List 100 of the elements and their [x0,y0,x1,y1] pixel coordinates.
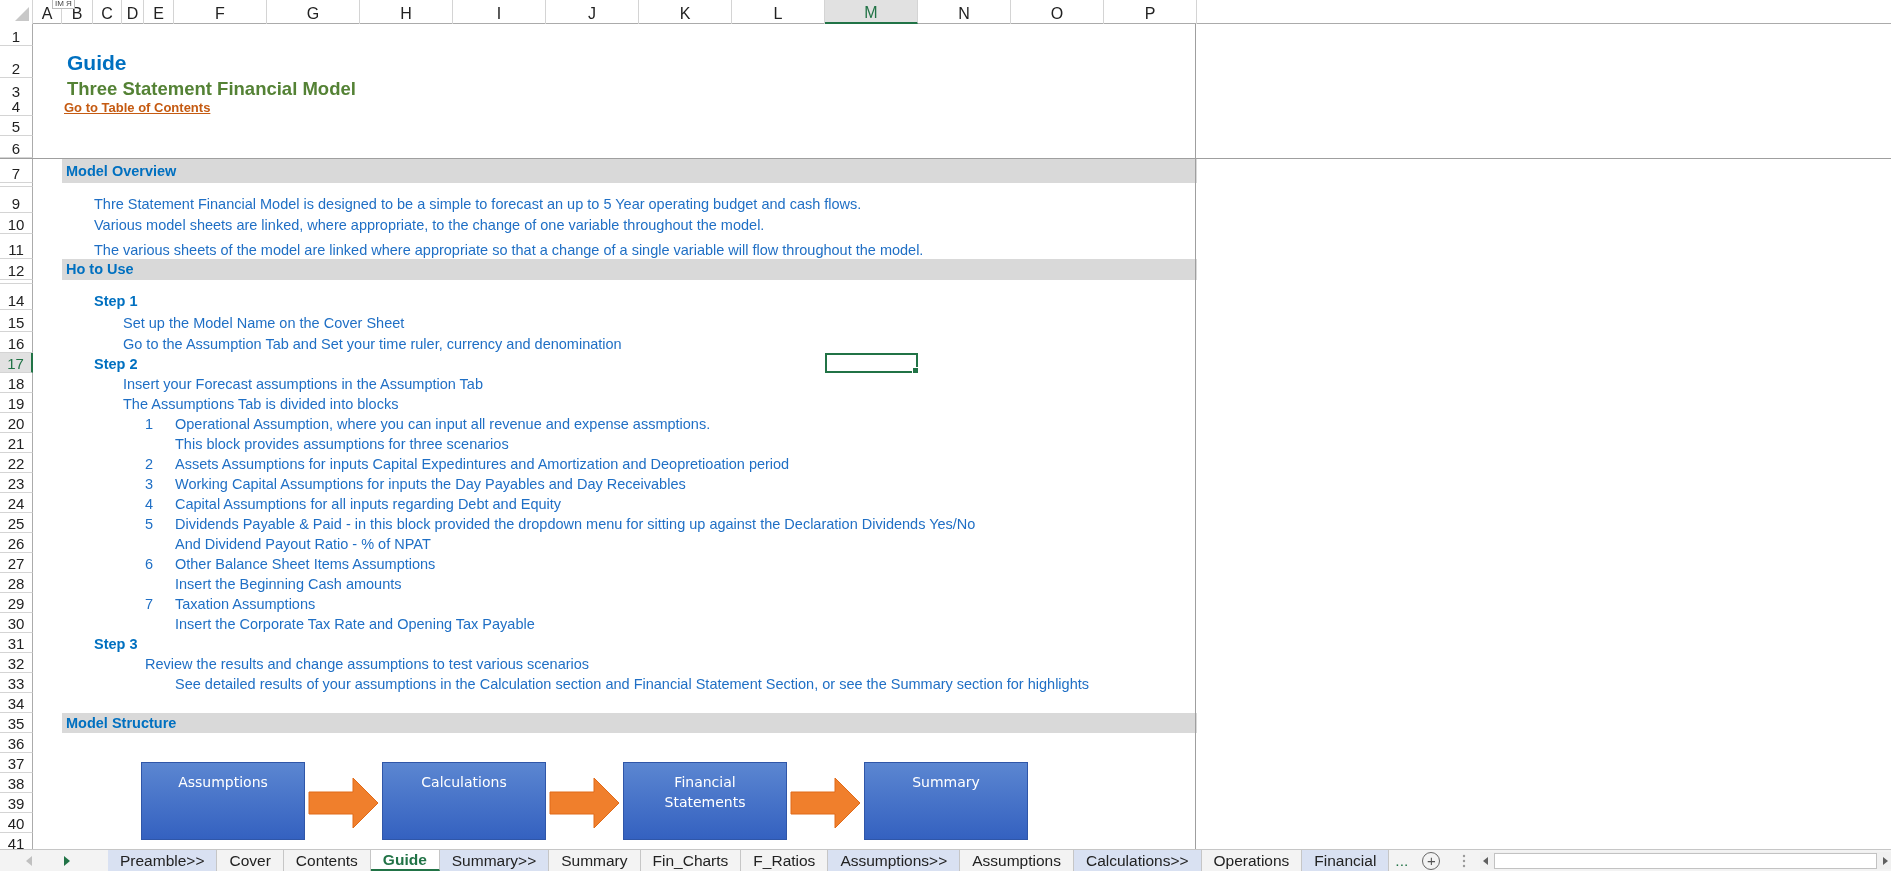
guide-text: Other Balance Sheet Items Assumptions [174,555,436,573]
row-header[interactable]: 35 [0,713,33,733]
column-header[interactable]: O [1011,0,1104,24]
column-header[interactable]: H [360,0,453,24]
row-header[interactable]: 3 [0,78,33,100]
column-header[interactable]: C [93,0,122,24]
step-heading: Step 3 [93,635,138,653]
sheet-tab[interactable]: Contents [283,850,371,871]
column-header[interactable]: N [918,0,1011,24]
row-header[interactable] [0,280,33,284]
guide-text: Insert your Forecast assumptions in the Assumption Tab [122,375,483,393]
row-header[interactable]: 15 [0,310,33,332]
row-header[interactable]: 38 [0,773,33,793]
row-header[interactable]: 26 [0,533,33,553]
sheet-tab[interactable]: Summary [549,850,641,871]
process-box: Financial Statements [623,762,787,840]
row-header[interactable]: 18 [0,373,33,393]
sheet-tab[interactable]: Fin_Charts [640,850,742,871]
guide-text: 3 [144,475,154,493]
row-header[interactable]: 7 [0,159,33,183]
guide-text: 1 [144,415,154,433]
row-header[interactable]: 17 [0,353,33,373]
sheet-tab[interactable]: Assumptions [960,850,1074,871]
section-header: Model Structure [62,713,1197,733]
splitter-icon[interactable] [1462,853,1467,868]
arrow-icon [549,777,620,829]
row-header[interactable]: 6 [0,136,33,158]
row-header[interactable]: 5 [0,116,33,136]
column-header[interactable]: F [174,0,267,24]
guide-text: Insert the Corporate Tax Rate and Opening Tax Payable [174,615,535,633]
sheet-tab[interactable]: Preamble>> [108,850,218,871]
row-header[interactable]: 11 [0,234,33,259]
row-header[interactable]: 39 [0,793,33,813]
row-header[interactable]: 14 [0,284,33,310]
step-heading: Step 2 [93,355,138,373]
section-header: Ho to Use [62,259,1197,280]
column-header[interactable]: K [639,0,732,24]
row-header[interactable]: 29 [0,593,33,613]
row-header[interactable]: 40 [0,813,33,833]
sheet-title: Guide [66,50,127,76]
arrow-icon [790,777,861,829]
guide-text: Capital Assumptions for all inputs regarding Debt and Equity [174,495,562,513]
row-header[interactable]: 4 [0,100,33,116]
column-header[interactable]: I [453,0,546,24]
guide-text: The Assumptions Tab is divided into blocks [122,395,399,413]
column-header[interactable]: G [267,0,360,24]
horizontal-scrollbar[interactable] [1480,852,1891,869]
contents-link[interactable]: Go to Table of Contents [62,100,211,116]
sheet-tab[interactable]: Guide [370,850,440,871]
row-header[interactable]: 21 [0,433,33,453]
guide-text: This block provides assumptions for three scenarios [174,435,509,453]
row-header[interactable]: 25 [0,513,33,533]
guide-text: Taxation Assumptions [174,595,316,613]
row-header[interactable]: 31 [0,633,33,653]
guide-text: Assets Assumptions for inputs Capital Expedintures and Amortization and Deopretioation period [174,455,790,473]
column-header[interactable]: E [144,0,174,24]
column-header[interactable]: D [122,0,144,24]
guide-text: 5 [144,515,154,533]
guide-text: Working Capital Assumptions for inputs the Day Payables and Day Receivables [174,475,686,493]
row-header[interactable]: 28 [0,573,33,593]
row-header[interactable]: 27 [0,553,33,573]
row-header[interactable]: 30 [0,613,33,633]
row-header[interactable]: 36 [0,733,33,753]
row-header[interactable]: 33 [0,673,33,693]
row-header[interactable]: 1 [0,24,33,46]
process-box: Summary [864,762,1028,840]
row-header[interactable]: 34 [0,693,33,713]
row-header[interactable] [0,183,33,187]
row-header[interactable]: 19 [0,393,33,413]
sheet-tab[interactable]: Summary>> [439,850,550,871]
row-header[interactable]: 37 [0,753,33,773]
guide-text: 2 [144,455,154,473]
row-header[interactable]: 24 [0,493,33,513]
guide-text: Thre Statement Financial Model is designed to be a simple to forecast an up to 5 Year operating budget and cash flows. [93,195,862,213]
row-header[interactable]: 20 [0,413,33,433]
select-all-icon[interactable] [0,0,33,24]
column-header[interactable]: J [546,0,639,24]
scroll-right-icon[interactable] [62,854,72,867]
input-indicator-tooltip: IM Я [52,0,75,9]
row-header[interactable]: 10 [0,213,33,234]
column-header[interactable]: M [825,0,918,24]
sheet-tab[interactable]: Calculations>> [1073,850,1202,871]
row-header[interactable]: 12 [0,259,33,280]
sheet-tab[interactable]: Assumptions>> [828,850,961,871]
arrow-icon [308,777,379,829]
more-tabs-button[interactable]: ... [1389,850,1415,871]
selected-cell[interactable] [825,353,918,373]
guide-text: Various model sheets are linked, where appropriate, to the change of one variable throughout the model. [93,216,765,234]
guide-text: Operational Assumption, where you can input all revenue and expense assmptions. [174,415,711,433]
guide-text: Review the results and change assumptions to test various scenarios [144,655,590,673]
row-header[interactable]: 22 [0,453,33,473]
sheet-tab[interactable]: Cover [217,850,284,871]
section-header: Model Overview [62,159,1197,183]
column-header[interactable]: P [1104,0,1197,24]
row-header[interactable]: 23 [0,473,33,493]
row-header[interactable]: 2 [0,46,33,78]
sheet-tab[interactable]: Financial [1302,850,1390,871]
row-header[interactable]: 32 [0,653,33,673]
guide-text: See detailed results of your assumptions in the Calculation section and Financial Statement Section, or see the Summary section for highlights [174,675,1089,693]
row-header[interactable]: 9 [0,187,33,213]
